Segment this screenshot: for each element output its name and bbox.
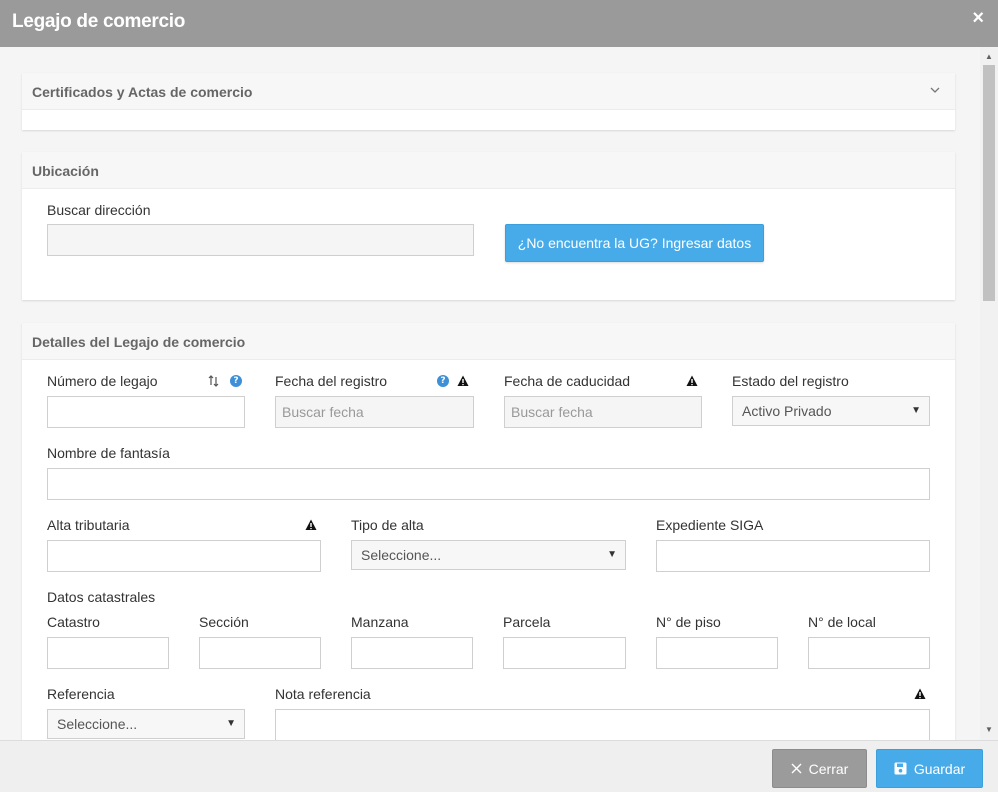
guardar-button[interactable]: Guardar xyxy=(876,749,983,788)
dialog-titlebar: Legajo de comercio × xyxy=(0,0,998,47)
numero-legajo-input[interactable] xyxy=(47,396,245,428)
panel-certificados: Certificados y Actas de comercio xyxy=(22,73,955,130)
nota-referencia-textarea[interactable] xyxy=(275,709,930,740)
parcela-input[interactable] xyxy=(503,637,626,669)
caret-down-icon: ▼ xyxy=(911,405,921,416)
fecha-registro-input[interactable]: Buscar fecha xyxy=(275,396,474,428)
panel-certificados-title: Certificados y Actas de comercio xyxy=(32,84,253,100)
caret-down-icon: ▼ xyxy=(607,549,617,560)
datos-catastrales-label: Datos catastrales xyxy=(47,589,156,605)
enter-ug-data-button[interactable]: ¿No encuentra la UG? Ingresar datos xyxy=(505,224,764,262)
expediente-siga-label: Expediente SIGA xyxy=(656,517,764,533)
nota-referencia-label: Nota referencia xyxy=(275,686,371,702)
fecha-caducidad-label: Fecha de caducidad xyxy=(504,373,631,389)
manzana-input[interactable] xyxy=(351,637,473,669)
seccion-label: Sección xyxy=(199,614,249,630)
panel-ubicacion: Ubicación Buscar dirección ¿No encuentra… xyxy=(22,152,955,300)
cerrar-label: Cerrar xyxy=(808,760,849,777)
warning-icon xyxy=(305,519,317,530)
nombre-fantasia-input[interactable] xyxy=(47,468,930,500)
panel-ubicacion-header: Ubicación xyxy=(22,152,955,189)
guardar-label: Guardar xyxy=(913,760,966,777)
panel-detalles: Detalles del Legajo de comercio Número d… xyxy=(22,323,955,740)
numero-legajo-label: Número de legajo xyxy=(47,373,158,389)
seccion-input[interactable] xyxy=(199,637,321,669)
panel-detalles-title: Detalles del Legajo de comercio xyxy=(32,334,246,350)
panel-detalles-header: Detalles del Legajo de comercio xyxy=(22,323,955,360)
panel-ubicacion-title: Ubicación xyxy=(32,163,99,179)
scrollbar-thumb[interactable] xyxy=(983,65,995,301)
alta-tributaria-label: Alta tributaria xyxy=(47,517,130,533)
parcela-label: Parcela xyxy=(503,614,551,630)
caret-down-icon: ▼ xyxy=(226,718,236,729)
fecha-registro-label: Fecha del registro xyxy=(275,373,388,389)
referencia-value: Seleccione... xyxy=(57,716,138,732)
cerrar-button[interactable]: Cerrar xyxy=(772,749,867,788)
manzana-label: Manzana xyxy=(351,614,409,630)
dialog-body: Certificados y Actas de comercio Ubicaci… xyxy=(0,47,980,740)
piso-input[interactable] xyxy=(656,637,778,669)
close-icon[interactable]: × xyxy=(972,8,984,28)
piso-label: N° de piso xyxy=(656,614,721,630)
estado-registro-select[interactable]: Activo Privado ▼ xyxy=(732,396,930,426)
x-icon xyxy=(791,763,802,774)
floppy-disk-icon xyxy=(894,762,907,775)
fecha-caducidad-input[interactable]: Buscar fecha xyxy=(504,396,702,428)
help-icon[interactable]: ? xyxy=(230,375,242,387)
warning-icon xyxy=(457,375,469,386)
scroll-down-arrow-icon[interactable]: ▼ xyxy=(980,722,998,738)
sort-icon[interactable] xyxy=(208,375,220,387)
alta-tributaria-input[interactable] xyxy=(47,540,321,572)
help-icon[interactable]: ? xyxy=(437,375,449,387)
estado-registro-label: Estado del registro xyxy=(732,373,849,389)
scroll-up-arrow-icon[interactable]: ▲ xyxy=(980,49,998,65)
chevron-down-icon[interactable] xyxy=(929,84,941,96)
local-label: N° de local xyxy=(808,614,876,630)
tipo-alta-label: Tipo de alta xyxy=(351,517,424,533)
nombre-fantasia-label: Nombre de fantasía xyxy=(47,445,170,461)
warning-icon xyxy=(914,688,926,699)
tipo-alta-select[interactable]: Seleccione... ▼ xyxy=(351,540,626,570)
scrollbar[interactable]: ▲ ▼ xyxy=(980,47,998,740)
search-address-label: Buscar dirección xyxy=(47,202,151,218)
local-input[interactable] xyxy=(808,637,930,669)
tipo-alta-value: Seleccione... xyxy=(361,547,442,563)
estado-registro-value: Activo Privado xyxy=(742,403,832,419)
search-address-input[interactable] xyxy=(47,224,474,256)
warning-icon xyxy=(686,375,698,386)
dialog-title: Legajo de comercio xyxy=(12,11,186,32)
referencia-label: Referencia xyxy=(47,686,115,702)
referencia-select[interactable]: Seleccione... ▼ xyxy=(47,709,245,739)
catastro-label: Catastro xyxy=(47,614,100,630)
expediente-siga-input[interactable] xyxy=(656,540,930,572)
dialog-footer: Cerrar Guardar xyxy=(0,740,998,792)
panel-certificados-header[interactable]: Certificados y Actas de comercio xyxy=(22,73,955,110)
catastro-input[interactable] xyxy=(47,637,169,669)
